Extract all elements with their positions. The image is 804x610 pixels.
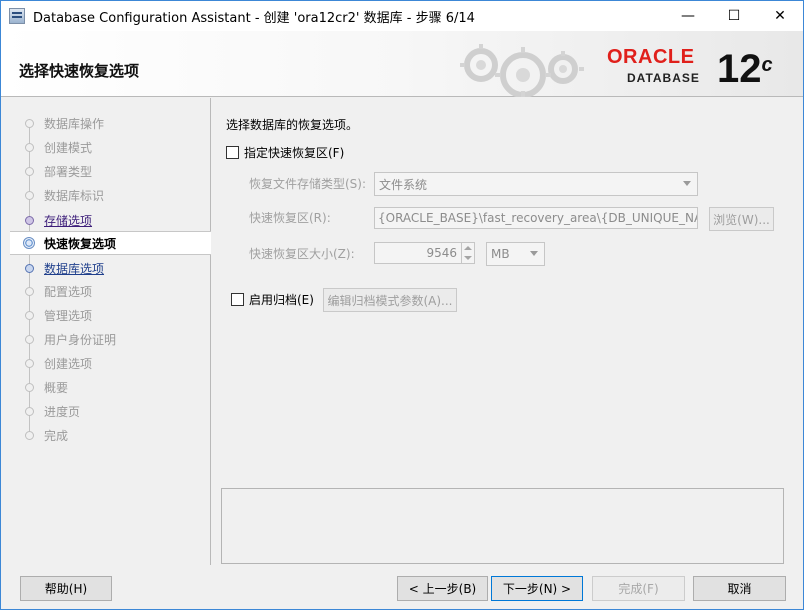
step-dot-icon	[25, 166, 34, 176]
step-dot-icon	[25, 406, 34, 416]
storage-type-select[interactable]: 文件系统	[374, 172, 698, 196]
nav-step-storage-option[interactable]: 存储选项	[10, 208, 211, 232]
nav-step-fast-recovery-option: 快速恢复选项	[10, 231, 211, 255]
nav-step-database-identification: 数据库标识	[10, 183, 211, 207]
minimize-button[interactable]: —	[665, 1, 711, 31]
nav-step-label: 创建选项	[44, 356, 93, 371]
browse-button[interactable]: 浏览(W)...	[709, 207, 774, 231]
step-dot-icon	[25, 310, 34, 320]
maximize-button[interactable]: ☐	[711, 1, 757, 31]
oracle-brand-sub: DATABASE	[627, 71, 700, 85]
step-navigation: 数据库操作 创建模式 部署类型 数据库标识 存储选项 快速恢复选项 数据库选项	[10, 98, 211, 565]
version-badge: 12c	[717, 49, 773, 89]
step-dot-icon	[25, 263, 34, 273]
nav-step-database-options[interactable]: 数据库选项	[10, 256, 211, 280]
nav-step-creation-option: 创建选项	[10, 351, 211, 375]
next-button[interactable]: 下一步(N) >	[491, 576, 583, 601]
nav-step-deployment-type: 部署类型	[10, 159, 211, 183]
fra-size-input[interactable]: 9546	[374, 242, 462, 264]
help-button[interactable]: 帮助(H)	[20, 576, 112, 601]
message-area	[221, 488, 784, 564]
gears-decoration-icon	[460, 44, 584, 97]
step-dot-icon	[25, 118, 34, 128]
close-button[interactable]: ✕	[757, 1, 803, 31]
nav-step-label: 数据库标识	[44, 188, 105, 203]
stepper-down-icon[interactable]	[464, 256, 472, 260]
oracle-brand: ORACLE	[607, 46, 695, 68]
step-dot-icon	[25, 430, 34, 440]
header-banner: 选择快速恢复选项 ORACLE DATABASE 12c	[1, 31, 803, 97]
step-dot-icon	[25, 286, 34, 296]
back-button[interactable]: < 上一步(B)	[397, 576, 488, 601]
edit-archive-params-button[interactable]: 编辑归档模式参数(A)...	[323, 288, 457, 312]
archive-checkbox-label[interactable]: 启用归档(E)	[249, 291, 314, 308]
version-number: 12	[717, 47, 762, 91]
oracle-logo: ORACLE DATABASE	[607, 47, 711, 89]
current-step-icon	[23, 237, 35, 249]
fra-checkbox-label[interactable]: 指定快速恢复区(F)	[244, 144, 344, 161]
nav-step-finish: 完成	[10, 423, 211, 447]
page-title: 选择快速恢复选项	[19, 62, 140, 80]
fra-location-label: 快速恢复区(R):	[249, 211, 331, 225]
fra-location-input[interactable]: {ORACLE_BASE}\fast_recovery_area\{DB_UNI…	[374, 207, 698, 229]
window-title: Database Configuration Assistant - 创建 'o…	[33, 10, 475, 26]
step-dot-icon	[25, 190, 34, 200]
chevron-down-icon	[530, 251, 538, 256]
fra-size-stepper[interactable]	[461, 242, 475, 264]
archive-checkbox[interactable]	[231, 293, 244, 306]
fra-checkbox-row[interactable]: 指定快速恢复区(F)	[226, 144, 344, 161]
nav-step-database-operation: 数据库操作	[10, 111, 211, 135]
nav-step-label: 管理选项	[44, 308, 93, 323]
nav-step-label: 创建模式	[44, 140, 93, 155]
title-bar: Database Configuration Assistant - 创建 'o…	[1, 1, 803, 31]
button-bar: 帮助(H) < 上一步(B) 下一步(N) > 完成(F) 取消	[1, 565, 803, 609]
nav-step-label: 快速恢复选项	[44, 236, 117, 251]
step-dot-icon	[25, 382, 34, 392]
stepper-up-icon[interactable]	[464, 246, 472, 250]
intro-text: 选择数据库的恢复选项。	[226, 118, 359, 132]
fra-checkbox[interactable]	[226, 146, 239, 159]
chevron-down-icon	[683, 181, 691, 186]
nav-step-label[interactable]: 存储选项	[44, 212, 92, 229]
storage-type-label: 恢复文件存储类型(S):	[249, 177, 367, 191]
nav-step-summary: 概要	[10, 375, 211, 399]
fra-size-unit-select[interactable]: MB	[486, 242, 545, 266]
nav-step-configuration-options: 配置选项	[10, 279, 211, 303]
nav-step-label: 用户身份证明	[44, 332, 117, 347]
window-controls: — ☐ ✕	[665, 1, 803, 31]
version-suffix: c	[761, 54, 773, 76]
nav-step-label[interactable]: 数据库选项	[44, 260, 104, 277]
storage-type-value: 文件系统	[379, 177, 428, 192]
app-icon	[9, 8, 25, 24]
nav-step-progress-page: 进度页	[10, 399, 211, 423]
nav-step-label: 进度页	[44, 404, 81, 419]
nav-step-label: 数据库操作	[44, 116, 105, 131]
nav-step-creation-mode: 创建模式	[10, 135, 211, 159]
nav-step-user-credentials: 用户身份证明	[10, 327, 211, 351]
finish-button[interactable]: 完成(F)	[592, 576, 685, 601]
fra-size-unit-value: MB	[491, 247, 510, 261]
main-panel: 选择数据库的恢复选项。 指定快速恢复区(F) 恢复文件存储类型(S): 文件系统…	[212, 98, 803, 565]
step-dot-icon	[25, 358, 34, 368]
archive-checkbox-row[interactable]: 启用归档(E)	[231, 291, 314, 308]
dbca-window: Database Configuration Assistant - 创建 'o…	[0, 0, 804, 610]
step-dot-icon	[25, 215, 34, 225]
nav-step-management-options: 管理选项	[10, 303, 211, 327]
cancel-button[interactable]: 取消	[693, 576, 786, 601]
nav-step-label: 部署类型	[44, 164, 93, 179]
fra-size-label: 快速恢复区大小(Z):	[249, 247, 355, 261]
step-dot-icon	[25, 142, 34, 152]
nav-step-label: 完成	[44, 428, 69, 443]
step-dot-icon	[25, 334, 34, 344]
nav-step-label: 概要	[44, 380, 69, 395]
nav-step-label: 配置选项	[44, 284, 93, 299]
